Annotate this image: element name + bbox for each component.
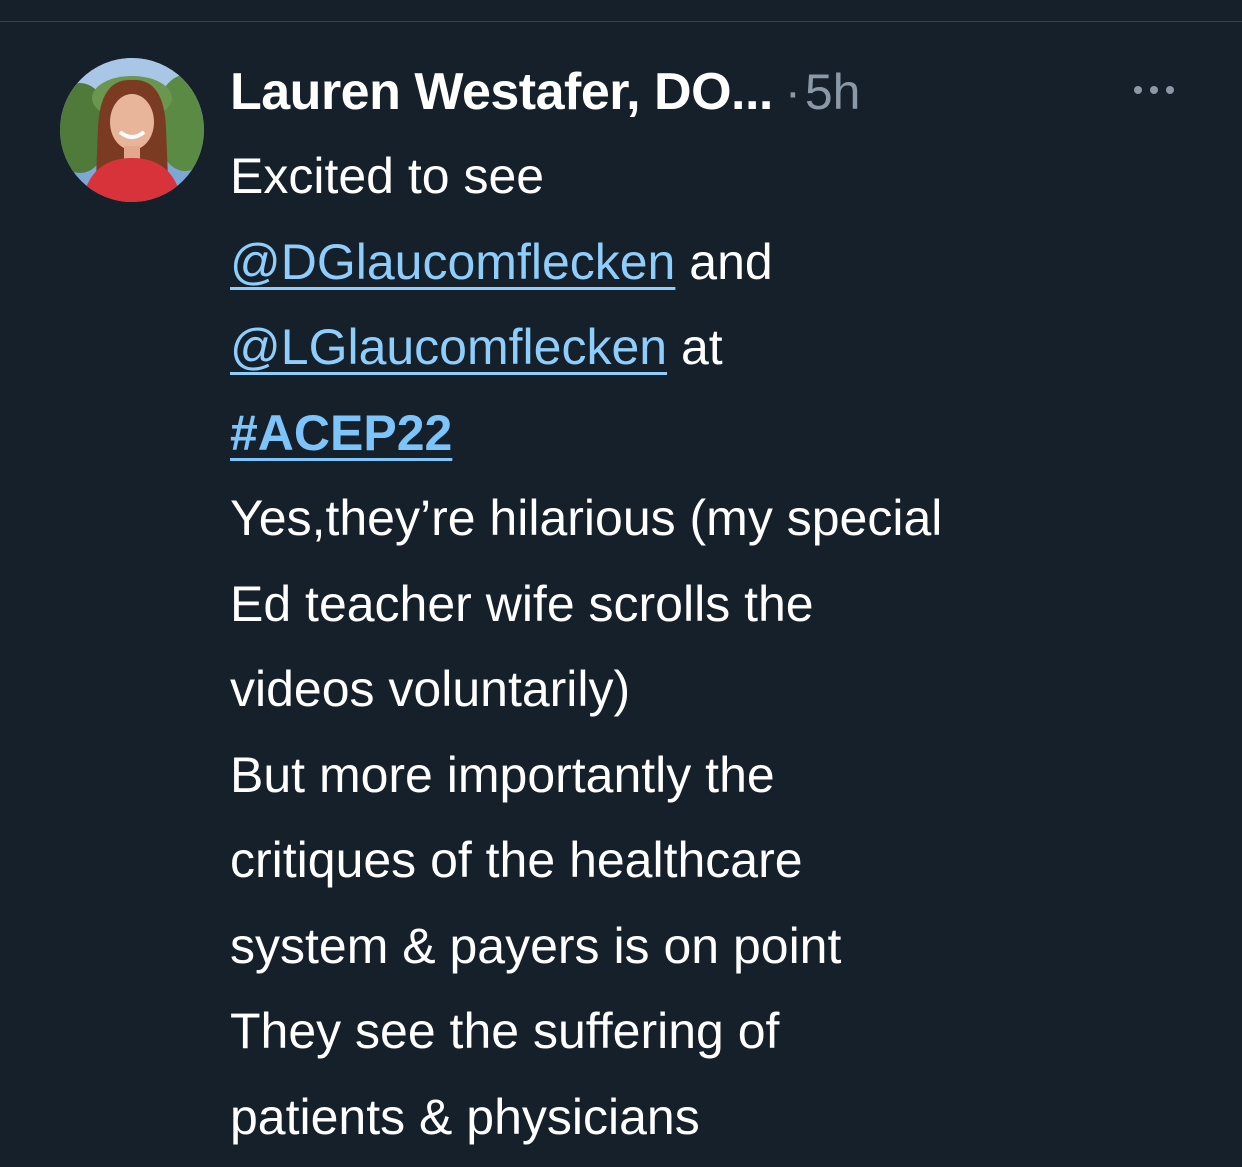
mention-link[interactable]: @DGlaucomflecken [230,234,675,290]
tweet-screen: Lauren Westafer, DO... · 5h Excited to s… [0,0,1242,1167]
tweet-line: @DGlaucomflecken and [230,220,1220,306]
header-separator: · [784,65,801,119]
mention-link[interactable]: @LGlaucomflecken [230,319,667,375]
tweet-line: patients & physicians [230,1088,700,1145]
tweet-line: @LGlaucomflecken at [230,305,1220,391]
tweet-line: They see the suffering of [230,1003,780,1059]
avatar-image [60,58,204,202]
author-name[interactable]: Lauren Westafer, DO... [230,62,773,122]
tweet-text: Excited to see @DGlaucomflecken and @LGl… [230,134,1220,1160]
tweet-header: Lauren Westafer, DO... · 5h [230,60,860,124]
more-options-button[interactable] [1126,78,1182,102]
tweet-text-fragment: at [667,319,723,375]
hashtag-link[interactable]: #ACEP22 [230,405,452,461]
tweet-line: critiques of the healthcare [230,832,803,888]
tweet-line: #ACEP22 [230,391,1220,477]
more-horizontal-icon [1134,86,1142,94]
tweet-line: Yes,they’re hilarious (my special [230,490,943,546]
tweet-text-fragment: and [675,233,773,290]
tweet-line: Ed teacher wife scrolls the [230,575,814,632]
tweet-line: Excited to see [230,148,545,204]
top-divider [0,0,1242,22]
tweet-line: videos voluntarily) [230,661,631,717]
author-avatar[interactable] [60,58,204,202]
tweet-timestamp[interactable]: 5h [805,63,861,121]
tweet-line: system & payers is on point [230,917,842,974]
tweet-line: But more importantly the [230,746,775,803]
